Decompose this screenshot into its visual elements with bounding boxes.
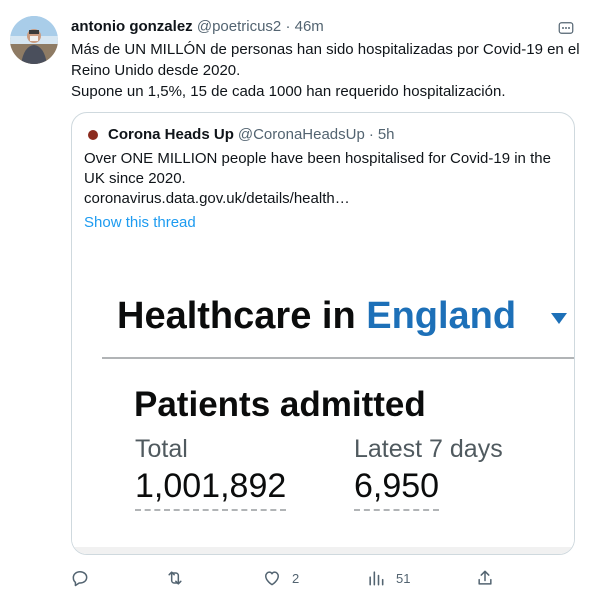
- tweet-header: antonio gonzalez @poetricus2 · 46m: [71, 17, 324, 37]
- more-icon: [558, 22, 574, 34]
- reply-button[interactable]: [70, 566, 100, 590]
- healthcare-title-prefix: Healthcare in: [117, 295, 356, 337]
- views-count: 51: [396, 570, 411, 586]
- quoted-tweet-header: Corona Heads Up @CoronaHeadsUp · 5h: [84, 125, 395, 145]
- share-button[interactable]: [475, 566, 495, 590]
- patients-admitted-heading: Patients admitted: [134, 385, 426, 424]
- dropdown-arrow-icon: [551, 313, 567, 324]
- retweet-icon: [168, 571, 182, 585]
- quoted-author-handle[interactable]: @CoronaHeadsUp: [238, 125, 365, 145]
- tweet-time[interactable]: 46m: [295, 18, 324, 35]
- separator-dot: ·: [285, 18, 291, 35]
- like-button[interactable]: 2: [262, 566, 299, 590]
- like-icon: [265, 571, 279, 586]
- avatar[interactable]: [10, 16, 58, 64]
- like-count: 2: [292, 570, 300, 586]
- quoted-media-image[interactable]: Healthcare in England Patients admitted …: [72, 247, 574, 554]
- author-name[interactable]: antonio gonzalez: [71, 18, 193, 35]
- quoted-link[interactable]: coronavirus.data.gov.uk/details/health…: [84, 189, 564, 209]
- author-handle[interactable]: @poetricus2: [197, 18, 281, 35]
- healthcare-region: England: [366, 295, 517, 337]
- divider: [102, 357, 574, 359]
- quoted-tweet[interactable]: Corona Heads Up @CoronaHeadsUp · 5h Over…: [71, 112, 575, 555]
- share-icon: [478, 570, 492, 585]
- quoted-tweet-text: Over ONE MILLION people have been hospit…: [84, 149, 564, 209]
- show-thread-link[interactable]: Show this thread: [84, 213, 196, 233]
- separator-dot: ·: [368, 126, 374, 143]
- tweet-text: Más de UN MILLÓN de personas han sido ho…: [71, 39, 581, 102]
- total-label: Total: [135, 435, 188, 463]
- latest-7-days-label: Latest 7 days: [354, 435, 503, 463]
- quoted-author-name[interactable]: Corona Heads Up: [108, 125, 234, 145]
- latest-7-days-value: 6,950: [354, 467, 440, 511]
- tweet[interactable]: antonio gonzalez @poetricus2 · 46m Más d…: [0, 0, 594, 602]
- reply-icon: [72, 571, 88, 587]
- more-options-button[interactable]: [556, 18, 576, 38]
- tweet-text-line: Más de UN MILLÓN de personas han sido ho…: [71, 41, 580, 79]
- quoted-avatar[interactable]: [88, 130, 98, 140]
- quoted-text-body: Over ONE MILLION people have been hospit…: [84, 150, 551, 187]
- tweet-actions: 2 51: [70, 566, 590, 590]
- healthcare-title: Healthcare in England: [117, 295, 516, 338]
- views-icon: [369, 571, 384, 586]
- views-button[interactable]: 51: [366, 566, 410, 590]
- media-footer: [72, 547, 574, 554]
- retweet-button[interactable]: [164, 566, 196, 590]
- total-value: 1,001,892: [135, 467, 287, 511]
- quoted-tweet-time[interactable]: 5h: [378, 125, 395, 145]
- tweet-text-line: Supone un 1,5%, 15 de cada 1000 han requ…: [71, 83, 506, 100]
